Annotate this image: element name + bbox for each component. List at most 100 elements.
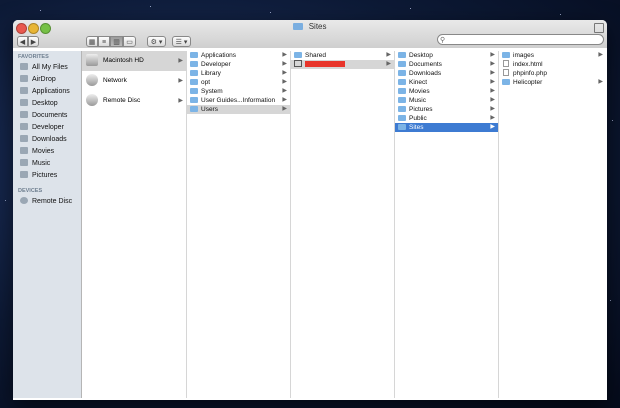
list-item[interactable]: Shared ▶ [291, 51, 394, 60]
sidebar-favorites-header: FAVORITES [18, 54, 49, 60]
view-icons-button[interactable]: ▦ [86, 36, 98, 47]
search-icon: ⚲ [440, 37, 446, 44]
item-label: System [201, 88, 223, 95]
chevron-right-icon: ▶ [282, 79, 287, 85]
chevron-right-icon: ▶ [178, 58, 183, 64]
list-item[interactable]: index.html [499, 60, 606, 69]
columns-icon: ▥ [113, 39, 120, 46]
list-item[interactable]: phpinfo.php [499, 69, 606, 78]
item-label: opt [201, 79, 211, 86]
list-item[interactable]: Downloads ▶ [395, 69, 498, 78]
item-label: Music [409, 97, 426, 104]
sidebar-item-developer[interactable]: Developer [20, 123, 64, 133]
disc-icon [86, 94, 98, 106]
sidebar-item-label: Remote Disc [32, 198, 73, 205]
action-menu-button[interactable]: ⚙ ▾ [147, 36, 166, 47]
chevron-right-icon: ▶ [490, 97, 495, 103]
sidebar-item-label: All My Files [32, 64, 68, 71]
list-item[interactable]: images ▶ [499, 51, 606, 60]
item-label: Macintosh HD [103, 57, 144, 64]
item-label: images [513, 52, 534, 59]
folder-icon [398, 52, 406, 58]
folder-icon [398, 115, 406, 121]
list-item[interactable]: Pictures ▶ [395, 105, 498, 114]
back-button[interactable]: ◀ [17, 36, 28, 47]
column-home: Desktop ▶ Documents ▶ Downloads ▶ Kinect ▶ M… [395, 51, 499, 398]
list-item[interactable]: Network ▶ [82, 71, 186, 91]
chevron-right-icon: ▶ [598, 79, 603, 85]
forward-button[interactable]: ▶ [28, 36, 39, 47]
list-item[interactable]: Macintosh HD ▶ [82, 51, 186, 71]
chevron-right-icon: ▶ [386, 61, 391, 67]
chevron-right-icon: ▶ [386, 52, 391, 58]
item-label: Network [103, 77, 127, 84]
search-input[interactable] [437, 34, 604, 45]
list-item[interactable]: Movies ▶ [395, 87, 498, 96]
chevron-right-icon: ▶ [490, 79, 495, 85]
folder-icon [190, 61, 198, 67]
sidebar-item-label: Applications [32, 88, 70, 95]
item-label: Applications [201, 52, 237, 59]
list-item[interactable]: Sites ▶ [395, 123, 498, 132]
list-item[interactable]: Public ▶ [395, 114, 498, 123]
sidebar-item-airdrop[interactable]: AirDrop [20, 75, 56, 85]
list-item[interactable]: Kinect ▶ [395, 78, 498, 87]
chevron-right-icon: ▶ [282, 88, 287, 94]
sidebar-item-applications[interactable]: Applications [20, 87, 70, 97]
list-item[interactable]: Library ▶ [187, 69, 290, 78]
chevron-right-icon: ▶ [490, 61, 495, 67]
column-users: Shared ▶ ▶ [291, 51, 395, 398]
network-icon [86, 74, 98, 86]
sidebar-item-all-my-files[interactable]: All My Files [20, 63, 68, 73]
list-item[interactable]: User Guides...Information ▶ [187, 96, 290, 105]
sidebar: FAVORITES All My Files AirDrop Applicati… [13, 51, 82, 398]
view-coverflow-button[interactable]: ▭ [123, 36, 136, 47]
item-label: Documents [409, 61, 442, 68]
sidebar-item-documents[interactable]: Documents [20, 111, 67, 121]
item-label: Downloads [409, 70, 442, 77]
disc-icon [20, 197, 28, 204]
list-item[interactable]: opt ▶ [187, 78, 290, 87]
view-columns-button[interactable]: ▥ [110, 36, 123, 47]
fullscreen-button[interactable] [594, 23, 604, 33]
column-sites: images ▶ index.html phpinfo.php Helicopte… [499, 51, 606, 398]
list-item[interactable]: Users ▶ [187, 105, 290, 114]
sidebar-item-pictures[interactable]: Pictures [20, 171, 57, 181]
folder-icon [398, 124, 406, 130]
chevron-right-icon: ▶ [490, 115, 495, 121]
list-item[interactable]: Applications ▶ [187, 51, 290, 60]
list-item[interactable]: Documents ▶ [395, 60, 498, 69]
folder-icon [190, 79, 198, 85]
sidebar-item-downloads[interactable]: Downloads [20, 135, 67, 145]
folder-icon [190, 70, 198, 76]
list-item[interactable]: Helicopter ▶ [499, 78, 606, 87]
column-macintosh-hd: Applications ▶ Developer ▶ Library ▶ opt ▶ S… [187, 51, 291, 398]
sidebar-devices-header: DEVICES [18, 188, 43, 194]
sidebar-item-label: Desktop [32, 100, 58, 107]
sidebar-item-label: Movies [32, 148, 55, 155]
sidebar-item-desktop[interactable]: Desktop [20, 99, 58, 109]
folder-icon [294, 52, 302, 58]
view-list-button[interactable]: ≡ [98, 36, 110, 47]
list-item[interactable]: System ▶ [187, 87, 290, 96]
list-item[interactable]: Remote Disc ▶ [82, 91, 186, 111]
list-item[interactable]: Desktop ▶ [395, 51, 498, 60]
sidebar-item-movies[interactable]: Movies [20, 147, 54, 157]
grid-icon: ▦ [88, 39, 96, 46]
finder-window: Sites ◀ ▶ ▦ ≡ ▥ ▭ ⚙ ▾ ☰ ▾ ⚲ FAVORITES Al… [13, 20, 607, 400]
sidebar-item-label: Music [32, 160, 51, 167]
list-item[interactable]: Music ▶ [395, 96, 498, 105]
item-label: User Guides...Information [201, 97, 276, 104]
list-item[interactable]: Developer ▶ [187, 60, 290, 69]
document-icon [503, 60, 509, 67]
sidebar-item-music[interactable]: Music [20, 159, 50, 169]
chevron-right-icon: ▶ [490, 70, 495, 76]
chevron-right-icon: ▶ [282, 97, 287, 103]
chevron-right-icon: ▶ [490, 52, 495, 58]
arrange-menu-button[interactable]: ☰ ▾ [172, 36, 191, 47]
item-label: Shared [305, 52, 326, 59]
list-item[interactable]: ▶ [291, 60, 394, 69]
item-label: Library [201, 70, 221, 77]
sidebar-item-remote-disc[interactable]: Remote Disc [20, 197, 72, 207]
sidebar-item-label: Pictures [32, 172, 58, 179]
